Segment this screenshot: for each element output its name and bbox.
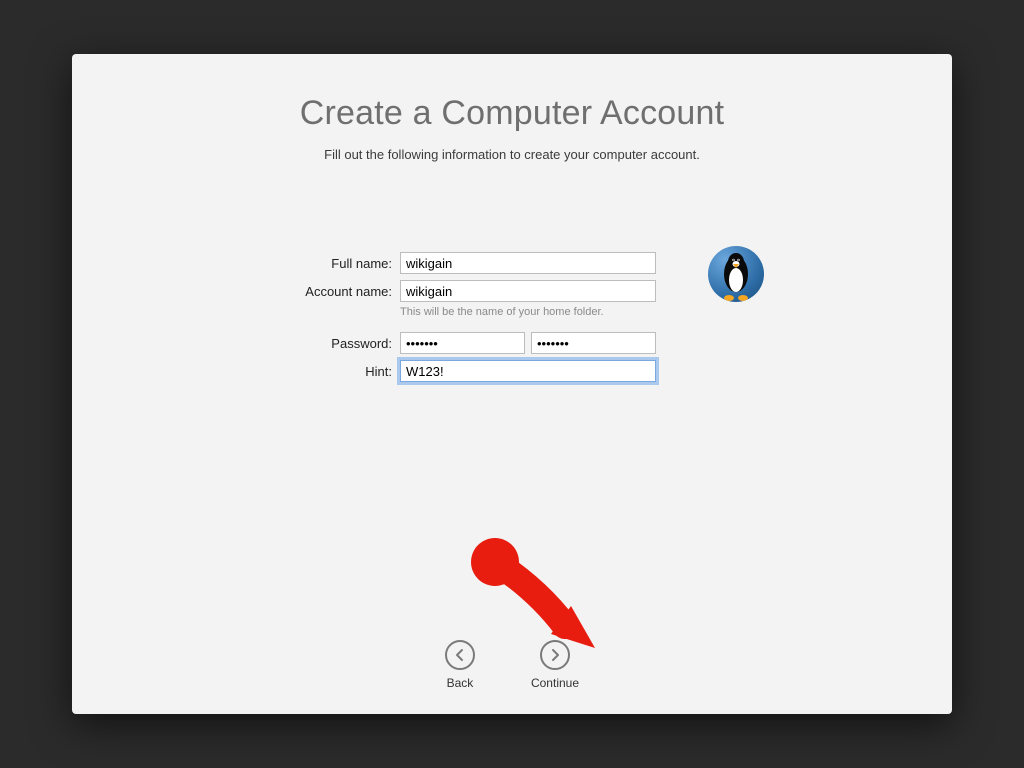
account-name-helper: This will be the name of your home folde… [400, 306, 792, 318]
user-avatar[interactable] [708, 246, 764, 302]
nav-buttons: Back Continue [72, 640, 952, 690]
password-verify-input[interactable] [531, 332, 656, 354]
back-button[interactable]: Back [445, 640, 475, 690]
password-label: Password: [232, 336, 400, 351]
penguin-icon [714, 250, 758, 302]
continue-label: Continue [531, 676, 579, 690]
hint-label: Hint: [232, 364, 400, 379]
hint-input[interactable] [400, 360, 656, 382]
arrow-left-icon [445, 640, 475, 670]
page-title: Create a Computer Account [72, 94, 952, 133]
arrow-right-icon [540, 640, 570, 670]
account-name-input[interactable] [400, 280, 656, 302]
back-label: Back [447, 676, 474, 690]
continue-button[interactable]: Continue [531, 640, 579, 690]
annotation-arrow-icon [447, 534, 607, 654]
setup-assistant-window: Create a Computer Account Fill out the f… [72, 54, 952, 714]
account-form: Full name: Account name: This will be th… [232, 252, 792, 382]
account-name-label: Account name: [232, 284, 400, 299]
full-name-label: Full name: [232, 256, 400, 271]
full-name-input[interactable] [400, 252, 656, 274]
password-input[interactable] [400, 332, 525, 354]
page-subtitle: Fill out the following information to cr… [72, 147, 952, 162]
